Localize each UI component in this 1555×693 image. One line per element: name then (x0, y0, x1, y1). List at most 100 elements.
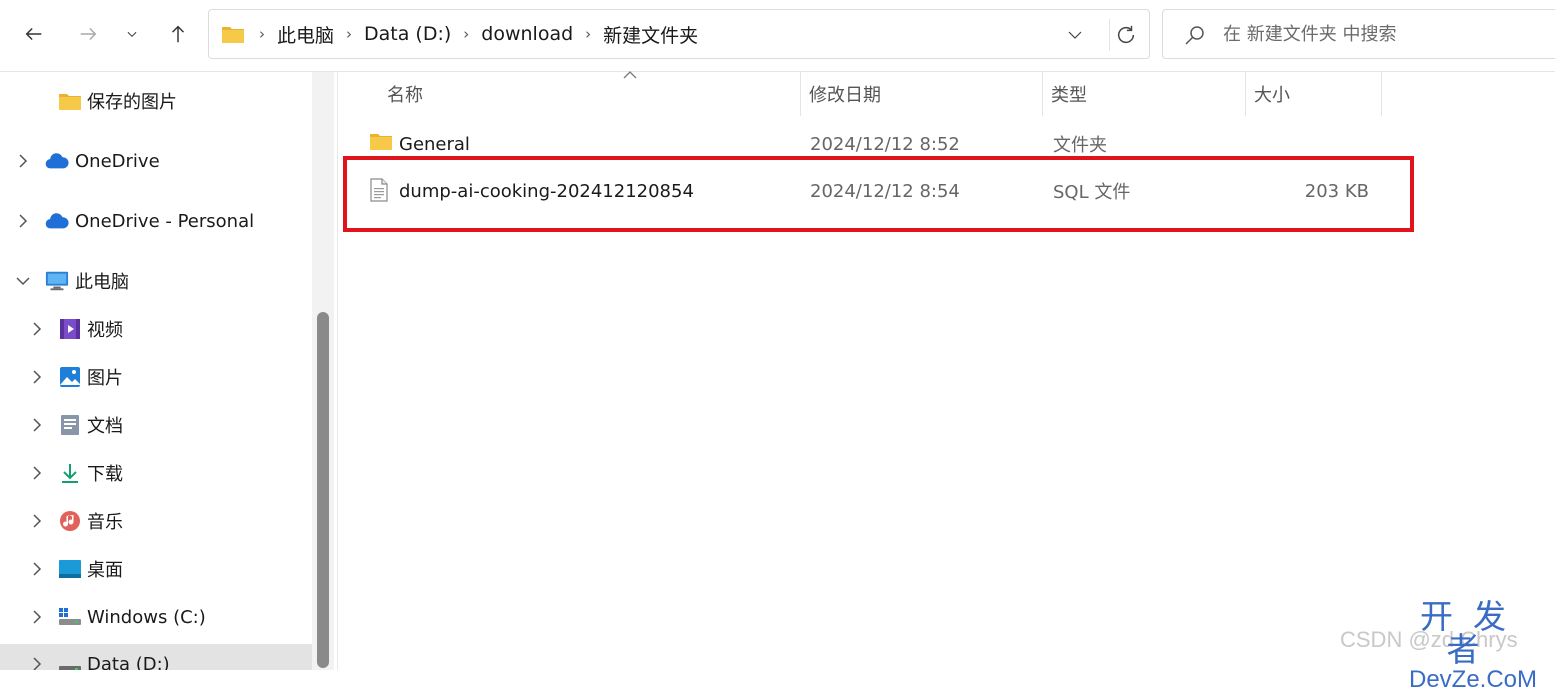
desktop-icon (58, 557, 82, 581)
watermark-logo: 开发者 DevZe.CoM (1398, 600, 1548, 692)
chevron-right-icon[interactable] (30, 370, 44, 384)
arrow-up-icon (171, 25, 185, 43)
chevron-right-icon[interactable] (30, 562, 44, 576)
recent-locations-button[interactable] (116, 18, 148, 50)
arrow-right-icon (80, 27, 97, 41)
sidebar-item-documents[interactable]: 文档 (0, 405, 312, 445)
sidebar-item-label: 图片 (87, 368, 123, 389)
column-header-label: 类型 (1051, 85, 1087, 106)
column-header-label: 修改日期 (809, 85, 881, 106)
sidebar-item-label: 音乐 (87, 512, 123, 533)
breadcrumb-separator: › (259, 25, 265, 43)
scrollbar-thumb[interactable] (317, 312, 329, 668)
watermark-cn: 开发者 (1420, 597, 1526, 669)
arrow-left-icon (25, 27, 42, 41)
sidebar-item-label: 此电脑 (75, 272, 129, 293)
cloud-icon (45, 209, 69, 233)
sidebar-item-label: OneDrive - Personal (75, 210, 255, 232)
refresh-button[interactable] (1109, 19, 1141, 51)
column-header-modified[interactable]: 修改日期 (801, 72, 1043, 116)
file-modified: 2024/12/12 8:54 (810, 180, 960, 202)
up-button[interactable] (162, 18, 194, 50)
table-row[interactable]: General 2024/12/12 8:52 文件夹 (363, 121, 1383, 167)
chevron-down-icon[interactable] (16, 274, 30, 288)
sidebar-item-this-pc[interactable]: 此电脑 (0, 261, 312, 301)
file-type: 文件夹 (1053, 135, 1107, 156)
search-icon (1185, 26, 1204, 45)
sidebar-item-drive-d[interactable]: Data (D:) (0, 644, 312, 670)
breadcrumb-item[interactable]: 新建文件夹 (603, 21, 698, 48)
column-header-size[interactable]: 大小 (1246, 72, 1382, 116)
column-header-type[interactable]: 类型 (1043, 72, 1246, 116)
sidebar-item-label: 下载 (87, 464, 123, 485)
sidebar-item-label: 桌面 (87, 560, 123, 581)
pictures-icon (58, 365, 82, 389)
search-box (1162, 9, 1555, 59)
sidebar-item-label: OneDrive (75, 150, 160, 172)
search-input[interactable] (1221, 18, 1551, 50)
forward-button[interactable] (72, 18, 104, 50)
sidebar-item-label: 文档 (87, 416, 123, 437)
breadcrumb: › 此电脑 › Data (D:) › download › 新建文件夹 (221, 10, 698, 58)
sidebar-item-onedrive-personal[interactable]: OneDrive - Personal (0, 201, 312, 241)
drive-icon (58, 652, 82, 670)
breadcrumb-item[interactable]: Data (D:) (364, 23, 451, 45)
chevron-right-icon[interactable] (30, 418, 44, 432)
file-modified: 2024/12/12 8:52 (810, 133, 960, 155)
breadcrumb-separator: › (585, 25, 592, 43)
sidebar-item-music[interactable]: 音乐 (0, 501, 312, 541)
sidebar-item-videos[interactable]: 视频 (0, 309, 312, 349)
sidebar-item-pictures[interactable]: 图片 (0, 357, 312, 397)
sort-ascending-icon (623, 71, 637, 79)
folder-icon (222, 27, 244, 43)
file-name: dump-ai-cooking-202412120854 (399, 180, 694, 202)
watermark-en: DevZe.CoM (1408, 666, 1538, 693)
breadcrumb-item[interactable]: download (481, 23, 573, 45)
back-button[interactable] (18, 18, 50, 50)
chevron-right-icon[interactable] (30, 466, 44, 480)
document-icon (58, 413, 82, 437)
chevron-down-icon (127, 31, 137, 37)
address-history-button[interactable] (1059, 19, 1091, 51)
sidebar-item-saved-pictures[interactable]: 保存的图片 (0, 81, 312, 121)
chevron-right-icon[interactable] (30, 610, 44, 624)
chevron-right-icon[interactable] (30, 514, 44, 528)
folder-icon (58, 89, 82, 113)
sidebar-item-label: 保存的图片 (87, 92, 177, 113)
drive-icon (58, 605, 82, 629)
breadcrumb-separator: › (463, 25, 470, 43)
sidebar-item-downloads[interactable]: 下载 (0, 453, 312, 493)
sidebar-scrollbar[interactable] (312, 72, 334, 670)
sidebar-item-label: Data (D:) (87, 653, 170, 671)
navigation-pane: 保存的图片 OneDrive OneDrive - Personal 此电脑 视… (0, 72, 338, 670)
refresh-icon (1117, 25, 1134, 44)
chevron-right-icon[interactable] (30, 657, 44, 670)
file-type: SQL 文件 (1053, 182, 1131, 203)
column-header-label: 大小 (1254, 85, 1290, 106)
chevron-right-icon[interactable] (16, 154, 30, 168)
monitor-icon (45, 269, 69, 293)
cloud-icon (45, 149, 69, 173)
chevron-down-icon (1068, 31, 1082, 39)
file-list: 名称 修改日期 类型 大小 General 2024/12/12 8:52 文件… (339, 71, 1555, 670)
file-size (1269, 121, 1369, 167)
column-header-label: 名称 (387, 85, 423, 106)
folder-icon (369, 131, 393, 155)
sidebar-item-onedrive[interactable]: OneDrive (0, 141, 312, 181)
download-icon (58, 461, 82, 485)
breadcrumb-item[interactable]: 此电脑 (277, 21, 334, 48)
column-header-name[interactable]: 名称 (379, 71, 801, 116)
sidebar-item-label: 视频 (87, 320, 123, 341)
video-icon (58, 317, 82, 341)
sidebar-item-desktop[interactable]: 桌面 (0, 549, 312, 589)
file-name: General (399, 133, 470, 155)
chevron-right-icon[interactable] (30, 322, 44, 336)
sidebar-item-drive-c[interactable]: Windows (C:) (0, 597, 312, 637)
sidebar-item-label: Windows (C:) (87, 606, 206, 628)
file-size: 203 KB (1304, 180, 1369, 202)
music-icon (58, 509, 82, 533)
address-bar[interactable]: › 此电脑 › Data (D:) › download › 新建文件夹 (208, 9, 1150, 59)
file-icon (369, 178, 393, 202)
table-row[interactable]: dump-ai-cooking-202412120854 2024/12/12 … (363, 168, 1383, 214)
chevron-right-icon[interactable] (16, 214, 30, 228)
